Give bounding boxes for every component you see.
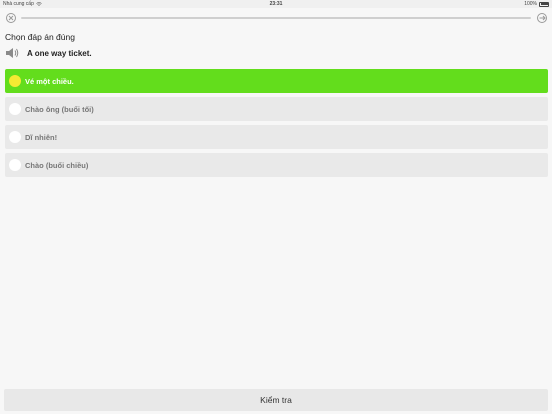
speaker-icon[interactable]	[5, 47, 19, 59]
answer-option[interactable]: Dĩ nhiên!	[5, 125, 548, 149]
answer-option-label: Chào (buổi chiều)	[25, 160, 89, 170]
answer-options: Vé một chiều. Chào ông (buổi tối) Dĩ nhi…	[5, 69, 548, 181]
radio-icon	[9, 131, 21, 143]
status-battery: 100%	[524, 1, 549, 7]
answer-option[interactable]: Chào (buổi chiều)	[5, 153, 548, 177]
status-time: 23:31	[269, 1, 283, 7]
radio-icon	[9, 75, 21, 87]
close-glyph-icon	[8, 15, 14, 21]
lesson-topbar	[0, 8, 552, 28]
answer-option[interactable]: Vé một chiều.	[5, 69, 548, 93]
battery-percent: 100%	[524, 1, 537, 7]
radio-icon	[9, 159, 21, 171]
answer-option-label: Dĩ nhiên!	[25, 132, 58, 142]
progress-bar	[21, 17, 531, 19]
answer-option-label: Vé một chiều.	[25, 76, 74, 86]
answer-option[interactable]: Chào ông (buổi tối)	[5, 97, 548, 121]
prompt-row: A one way ticket.	[5, 47, 92, 59]
close-icon[interactable]	[6, 13, 16, 23]
answer-option-label: Chào ông (buổi tối)	[25, 104, 94, 114]
radio-icon	[9, 103, 21, 115]
battery-icon	[539, 1, 549, 7]
prompt-text: A one way ticket.	[27, 48, 92, 58]
status-bar: Nhà cung cấp 23:31 100%	[0, 0, 552, 8]
arrow-right-icon	[539, 15, 546, 21]
quiz-screen: Nhà cung cấp 23:31 100% Chọn đáp án đúng…	[0, 0, 552, 414]
instruction-text: Chọn đáp án đúng	[5, 32, 75, 42]
check-button[interactable]: Kiểm tra	[4, 389, 548, 411]
skip-icon[interactable]	[537, 13, 547, 23]
